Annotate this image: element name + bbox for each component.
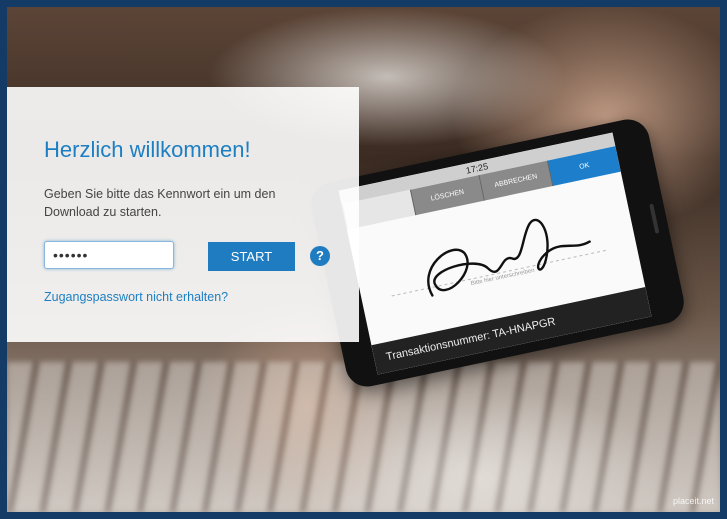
phone-side-button	[649, 203, 660, 234]
login-description: Geben Sie bitte das Kennwort ein um den …	[44, 187, 276, 219]
page-title: Herzlich willkommen!	[44, 137, 251, 162]
start-button[interactable]: START	[208, 242, 295, 271]
app-frame: 17:25 LÖSCHEN ABBRECHEN OK Bitte hier un…	[0, 0, 727, 519]
password-input[interactable]	[44, 241, 174, 269]
login-panel: Herzlich willkommen! Geben Sie bitte das…	[7, 87, 359, 342]
watermark: placeit.net	[672, 496, 714, 506]
question-mark-icon[interactable]: ?	[310, 246, 330, 266]
forgot-password-link[interactable]: Zugangspasswort nicht erhalten?	[44, 290, 228, 304]
